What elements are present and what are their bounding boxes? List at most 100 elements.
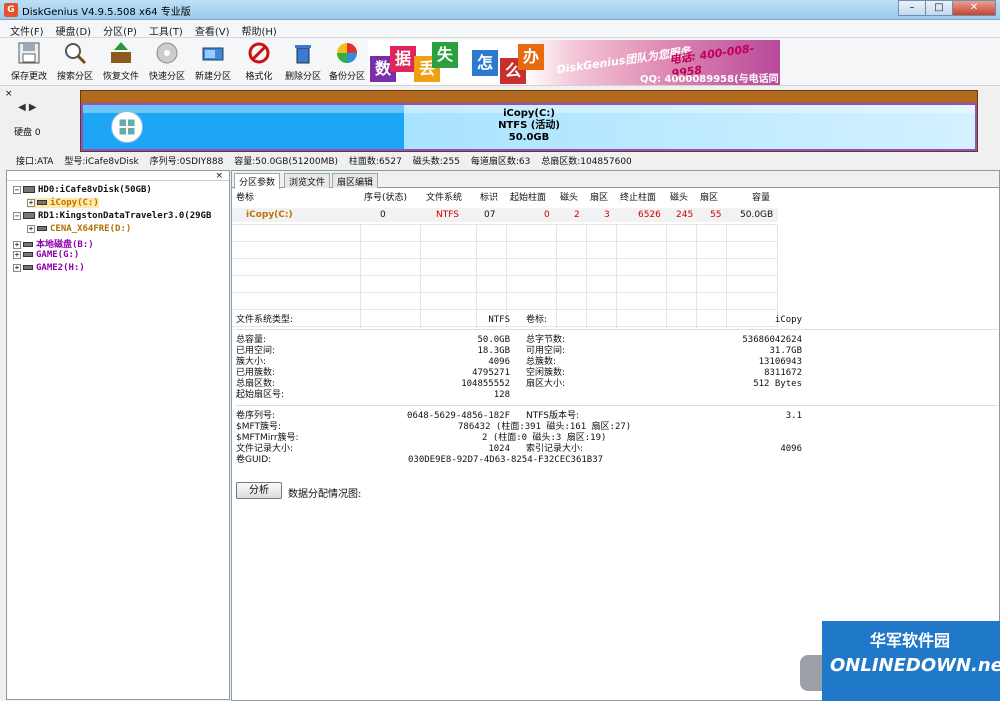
grid-vline <box>666 224 667 328</box>
tree-node-rd1[interactable]: − RD1:KingstonDataTraveler3.0(29GB <box>13 211 211 221</box>
tree-expand-icon[interactable]: + <box>13 240 21 249</box>
new-partition-button[interactable]: 新建分区 <box>190 40 236 84</box>
partition-icon <box>23 265 33 270</box>
tree-node-game-g[interactable]: + GAME(G:) <box>13 250 79 260</box>
menu-help[interactable]: 帮助(H) <box>236 20 283 38</box>
search-partition-button[interactable]: 搜索分区 <box>52 40 98 84</box>
tree-node-local-b[interactable]: + 本地磁盘(B:) <box>13 237 94 250</box>
grid-vline <box>556 224 557 328</box>
hard-disk-icon <box>23 186 35 193</box>
maximize-button[interactable]: □ <box>925 0 953 16</box>
detail-value: 128 <box>493 390 510 400</box>
partition-block-c[interactable]: iCopy(C:) NTFS (活动) 50.0GB <box>83 105 975 149</box>
detail-label: 起始扇区号: <box>236 390 285 400</box>
backup-partition-button[interactable]: 备份分区 <box>324 40 370 84</box>
disk-panel-close-icon[interactable]: × <box>5 89 13 99</box>
partition-fs: NTFS (活动) <box>498 120 560 131</box>
tree-expand-icon[interactable]: + <box>13 263 21 272</box>
tree-expand-icon[interactable]: + <box>13 250 21 259</box>
ad-banner[interactable]: 数 据 丢 失 怎 么 办 DiskGenius团队为您服务 电话: 400-0… <box>368 40 780 85</box>
partition-text: iCopy(C:) NTFS (活动) 50.0GB <box>83 108 975 144</box>
close-button[interactable]: ✕ <box>952 0 996 16</box>
menu-tools[interactable]: 工具(T) <box>143 20 189 38</box>
col-end-head[interactable]: 磁头 <box>670 190 688 203</box>
banner-tile: 失 <box>432 42 458 68</box>
disk-heads: 磁头数:255 <box>412 157 460 167</box>
detail-label: $MFTMirr簇号: <box>236 433 299 443</box>
format-button[interactable]: 格式化 <box>236 40 282 84</box>
menu-view[interactable]: 查看(V) <box>189 20 236 38</box>
search-icon <box>65 43 87 65</box>
disk-info-line: 接口:ATA 型号:iCafe8vDisk 序列号:0SDIY888 容量:50… <box>16 154 640 167</box>
tree-node-icopy[interactable]: + iCopy(C:) <box>27 198 99 208</box>
analyze-button[interactable]: 分析 <box>236 482 282 499</box>
menu-file[interactable]: 文件(F) <box>4 20 50 38</box>
disk-nav-arrows-icon[interactable]: ◀ ▶ <box>18 102 37 113</box>
cell-capacity: 50.0GB <box>740 210 774 220</box>
disk-bar[interactable]: iCopy(C:) NTFS (活动) 50.0GB <box>80 90 978 152</box>
search-partition-label: 搜索分区 <box>56 72 93 82</box>
cell-start-cyl: 0 <box>544 210 550 220</box>
tree-expand-icon[interactable]: + <box>27 224 35 233</box>
detail-label: 卷标: <box>526 315 548 325</box>
detail-value: 53686042624 <box>742 335 802 345</box>
tree-close-icon[interactable]: × <box>215 171 223 181</box>
banner-tile: 据 <box>390 46 416 72</box>
tree-node-game2-h[interactable]: + GAME2(H:) <box>13 263 85 273</box>
detail-value: 31.7GB <box>769 346 802 356</box>
col-end-sector[interactable]: 扇区 <box>700 190 718 203</box>
menu-disk[interactable]: 硬盘(D) <box>50 20 98 38</box>
col-index[interactable]: 序号(状态) <box>364 190 407 203</box>
col-end-cyl[interactable]: 终止柱面 <box>620 190 656 203</box>
menu-partition[interactable]: 分区(P) <box>97 20 143 38</box>
detail-label: 卷序列号: <box>236 411 276 421</box>
cell-end-cyl: 6526 <box>638 210 661 220</box>
watermark-cn: 华军软件园 <box>870 631 951 650</box>
detail-value: NTFS <box>488 315 510 325</box>
save-changes-label: 保存更改 <box>10 72 47 82</box>
banner-qq: QQ: 4000089958(与电话同号) <box>640 74 779 85</box>
partition-icon <box>23 242 33 247</box>
cell-id: 07 <box>484 210 496 220</box>
detail-label: 索引记录大小: <box>526 444 584 454</box>
window-title: DiskGenius V4.9.5.508 x64 专业版 <box>22 7 191 18</box>
tree-expand-icon[interactable]: − <box>13 211 21 220</box>
col-fs[interactable]: 文件系统 <box>426 190 462 203</box>
recover-files-label: 恢复文件 <box>102 72 139 82</box>
disk-map-panel: × ◀ ▶ 硬盘 0 iCopy(C:) NTFS (活动) 50.0GB <box>0 87 1000 153</box>
recover-files-button[interactable]: 恢复文件 <box>98 40 144 84</box>
tree-expand-icon[interactable]: + <box>27 198 35 207</box>
disk-label: 硬盘 0 <box>14 128 41 138</box>
tree-node-hd0[interactable]: − HD0:iCafe8vDisk(50GB) <box>13 185 152 195</box>
detail-value: 0648-5629-4856-182F <box>407 411 510 421</box>
tab-sector-edit[interactable]: 扇区编辑 <box>332 173 379 188</box>
detail-value: 4096 <box>780 444 802 454</box>
app-icon: G <box>4 3 18 17</box>
save-changes-button[interactable]: 保存更改 <box>6 40 52 84</box>
col-start-cyl[interactable]: 起始柱面 <box>510 190 546 203</box>
col-volume[interactable]: 卷标 <box>236 190 254 203</box>
table-row[interactable]: iCopy(C:) 0 NTFS 07 0 2 3 6526 245 55 50… <box>232 208 778 222</box>
tab-partition-params[interactable]: 分区参数 <box>234 173 281 189</box>
quick-partition-button[interactable]: 快速分区 <box>144 40 190 84</box>
minimize-button[interactable]: – <box>898 0 926 16</box>
detail-value: 18.3GB <box>477 346 510 356</box>
detail-label: 卷GUID: <box>236 455 272 465</box>
detail-label: 已用空间: <box>236 346 276 356</box>
detail-label: 文件记录大小: <box>236 444 294 454</box>
recover-icon <box>111 42 131 63</box>
col-id[interactable]: 标识 <box>480 190 498 203</box>
delete-partition-button[interactable]: 删除分区 <box>280 40 326 84</box>
detail-value: 8311672 <box>764 368 802 378</box>
tree-node-label: HD0:iCafe8vDisk(50GB) <box>38 185 152 195</box>
detail-label: 簇大小: <box>236 357 267 367</box>
cell-fs: NTFS <box>436 210 459 220</box>
col-start-head[interactable]: 磁头 <box>560 190 578 203</box>
disk-sectors-per-track: 每道扇区数:63 <box>470 157 531 167</box>
tab-browse-files[interactable]: 浏览文件 <box>284 173 331 188</box>
col-capacity[interactable]: 容量 <box>752 190 770 203</box>
tree-node-cena[interactable]: + CENA_X64FRE(D:) <box>27 224 131 234</box>
tree-expand-icon[interactable]: − <box>13 185 21 194</box>
col-start-sector[interactable]: 扇区 <box>590 190 608 203</box>
watermark-en: ONLINEDOWN.net <box>830 655 1000 676</box>
